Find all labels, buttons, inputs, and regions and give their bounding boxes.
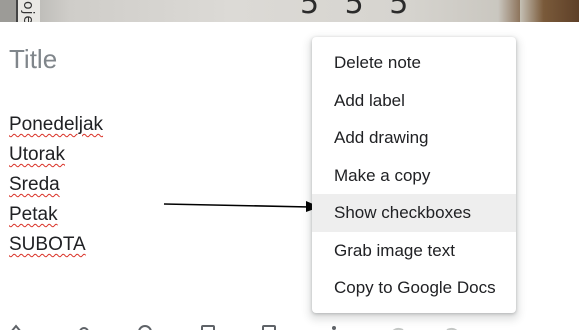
menu-item-grab-image-text[interactable]: Grab image text: [312, 232, 516, 270]
add-image-icon[interactable]: [200, 324, 216, 330]
photo-digits: 5 5 5: [300, 0, 417, 21]
menu-item-delete-note[interactable]: Delete note: [312, 44, 516, 82]
note-line[interactable]: Petak: [9, 200, 103, 230]
add-alert-icon[interactable]: [8, 324, 24, 330]
note-line[interactable]: SUBOTA: [9, 230, 103, 260]
note-line[interactable]: Utorak: [9, 140, 103, 170]
note-line[interactable]: Sreda: [9, 170, 103, 200]
undo-redo-icon[interactable]: [385, 324, 465, 330]
archive-icon[interactable]: [261, 324, 277, 330]
photo-paper-text: oje: [20, 1, 36, 22]
menu-item-add-drawing[interactable]: Add drawing: [312, 119, 516, 157]
more-options-menu: Delete note Add label Add drawing Make a…: [312, 37, 516, 313]
menu-item-add-label[interactable]: Add label: [312, 82, 516, 120]
menu-item-copy-to-google-docs[interactable]: Copy to Google Docs: [312, 269, 516, 307]
more-icon[interactable]: [326, 324, 342, 330]
note-toolbar: [0, 316, 579, 330]
menu-item-make-a-copy[interactable]: Make a copy: [312, 157, 516, 195]
note-title-field[interactable]: Title: [9, 44, 57, 75]
note-line[interactable]: Ponedeljak: [9, 110, 103, 140]
note-body[interactable]: Ponedeljak Utorak Sreda Petak SUBOTA: [9, 110, 103, 260]
palette-icon[interactable]: [137, 324, 153, 330]
menu-item-show-checkboxes[interactable]: Show checkboxes: [312, 194, 516, 232]
annotation-arrow: [163, 201, 320, 212]
collaborator-icon[interactable]: [76, 324, 92, 330]
photo-background: [520, 0, 579, 22]
note-image[interactable]: oje 5 5 5: [0, 0, 579, 22]
